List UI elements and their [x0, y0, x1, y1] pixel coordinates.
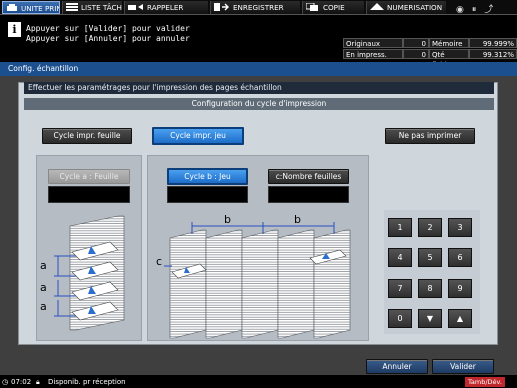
- label-c: c: [156, 255, 163, 268]
- status-right-badge: Tamb/Dév.: [465, 377, 505, 387]
- valider-button[interactable]: Valider: [432, 359, 494, 374]
- key-6[interactable]: 6: [448, 248, 472, 267]
- label-b-2: b: [294, 213, 301, 226]
- ne-pas-imprimer-button[interactable]: Ne pas imprimer: [385, 128, 475, 144]
- cycle-a-button[interactable]: Cycle a : Feuille: [48, 169, 130, 184]
- cycle-b-button[interactable]: Cycle b : Jeu: [167, 168, 248, 185]
- cycle-b-illustration: [164, 222, 351, 339]
- nombre-feuilles-value-field: [268, 186, 349, 203]
- message-line-2: Appuyer sur [Annuler] pour annuler: [26, 34, 190, 43]
- key-9[interactable]: 9: [448, 279, 472, 298]
- tab-copie[interactable]: COPIE: [302, 1, 364, 14]
- counters-panel: Originaux 0 Mémoire 99.999% En impress. …: [343, 38, 517, 69]
- dialog-title: Config. échantillon: [0, 62, 517, 76]
- store-icon: [214, 2, 230, 15]
- key-5[interactable]: 5: [418, 248, 442, 267]
- cycle-a-illustration: [54, 215, 125, 331]
- arrow-icon[interactable]: ⤴: [484, 2, 493, 15]
- key-3[interactable]: 3: [448, 218, 472, 237]
- globe-icon[interactable]: ◉: [456, 5, 464, 15]
- cycle-b-value-field: [167, 186, 248, 203]
- originaux-value: 0: [403, 38, 429, 48]
- copy-icon: [305, 2, 320, 15]
- recall-icon: [128, 2, 144, 15]
- clock-icon: ◷: [2, 378, 9, 386]
- instruction-text: Effectuer les paramétrages pour l'impres…: [24, 82, 494, 94]
- system-icons: ◉ ⏸ ⤴: [448, 2, 517, 15]
- key-1[interactable]: 1: [388, 218, 412, 237]
- en-impress-value: 0: [403, 49, 429, 59]
- decrement-button[interactable]: ▼: [418, 309, 442, 328]
- tab-enregistrer[interactable]: ENREGISTRER: [210, 1, 300, 14]
- tab-numerisation[interactable]: NUMERISATION: [366, 1, 446, 14]
- machine-icon: [6, 3, 18, 14]
- qte-fichier-value: 99.312%: [469, 49, 517, 59]
- label-b-1: b: [224, 213, 231, 226]
- en-impress-label: En impress.: [343, 49, 403, 59]
- key-4[interactable]: 4: [388, 248, 412, 267]
- message-area: i Appuyer sur [Valider] pour valider App…: [0, 16, 342, 61]
- status-time: 07:02: [11, 378, 32, 386]
- originaux-label: Originaux: [343, 38, 403, 48]
- nombre-feuilles-button[interactable]: c:Nombre feuilles: [268, 169, 349, 184]
- status-bar: ◷ 07:02 🔒︎ Disponib. pr réception Tamb/D…: [0, 376, 517, 388]
- label-a-2: a: [40, 281, 47, 294]
- status-text: Disponib. pr réception: [48, 378, 126, 386]
- top-tab-bar: UNITE PRINC. LISTE TÂCHES RAPPELER ENREG…: [0, 0, 517, 15]
- cycle-impr-feuille-button[interactable]: Cycle impr. feuille: [42, 128, 132, 144]
- pause-icon[interactable]: ⏸: [472, 5, 477, 15]
- tab-unite-princ[interactable]: UNITE PRINC.: [2, 1, 60, 14]
- scan-icon: [370, 2, 384, 15]
- qte-fichier-label: Qté fichier: [429, 49, 469, 69]
- memoire-value: 99.999%: [469, 38, 517, 48]
- label-a-3: a: [40, 300, 47, 313]
- info-icon: i: [8, 22, 21, 37]
- list-icon: [66, 2, 78, 15]
- label-a-1: a: [40, 259, 47, 272]
- key-7[interactable]: 7: [388, 279, 412, 298]
- key-0[interactable]: 0: [388, 309, 412, 328]
- memoire-label: Mémoire: [429, 38, 469, 48]
- key-8[interactable]: 8: [418, 279, 442, 298]
- tab-rappeler[interactable]: RAPPELER: [124, 1, 208, 14]
- tab-liste-taches[interactable]: LISTE TÂCHES: [62, 1, 122, 14]
- cycle-impr-jeu-button[interactable]: Cycle impr. jeu: [152, 127, 244, 145]
- increment-button[interactable]: ▲: [448, 309, 472, 328]
- annuler-button[interactable]: Annuler: [366, 359, 428, 374]
- lock-icon: 🔒︎: [36, 378, 40, 386]
- section-title: Configuration du cycle d'impression: [24, 98, 494, 110]
- cycle-a-value-field: [48, 186, 130, 203]
- message-line-1: Appuyer sur [Valider] pour valider: [26, 24, 190, 33]
- key-2[interactable]: 2: [418, 218, 442, 237]
